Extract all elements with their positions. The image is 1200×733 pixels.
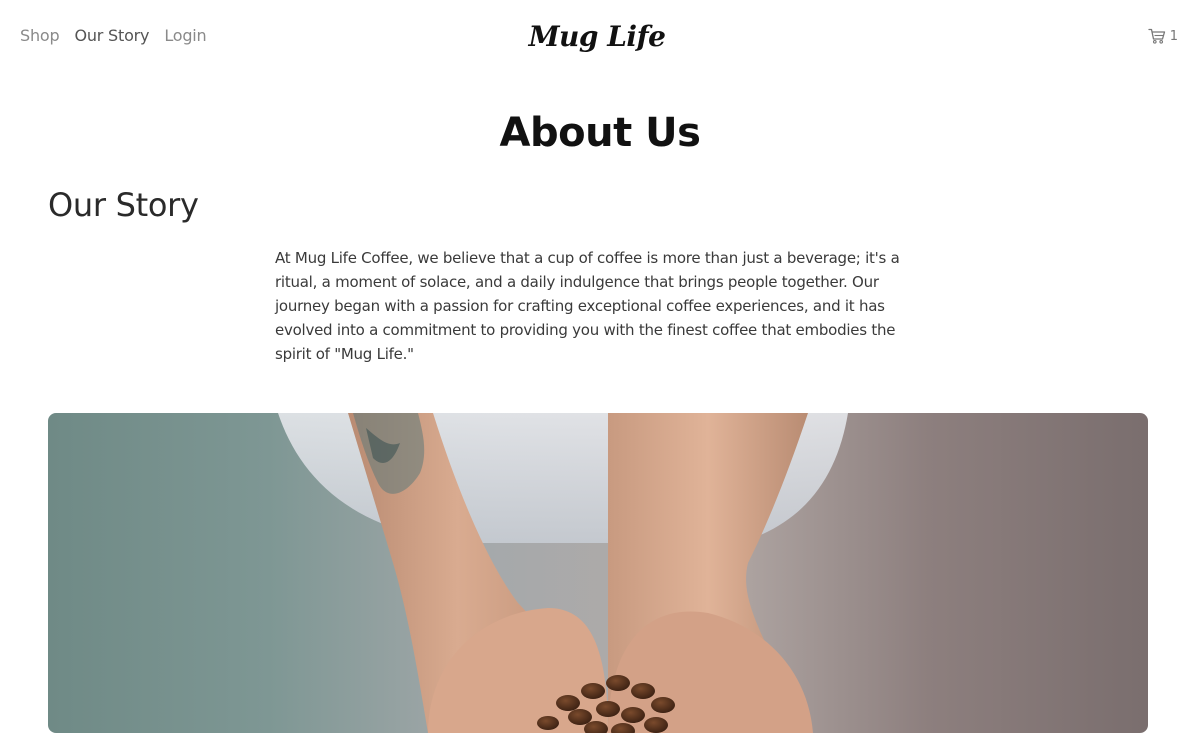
story-paragraph: At Mug Life Coffee, we believe that a cu… — [275, 249, 900, 363]
cart-count: 1 — [1169, 28, 1178, 44]
cart-icon — [1148, 28, 1166, 44]
brand-logo-text: Mug Life — [528, 20, 666, 53]
cart-button[interactable]: 1 — [1148, 28, 1178, 44]
hero-image — [48, 413, 1148, 733]
brand-logo[interactable]: Mug Life — [0, 20, 1200, 53]
section-title: Our Story — [48, 186, 199, 224]
site-header: Shop Our Story Login Mug Life 1 — [0, 0, 1200, 76]
hands-holding-coffee-beans-illustration — [278, 413, 848, 733]
page-title: About Us — [499, 110, 701, 156]
